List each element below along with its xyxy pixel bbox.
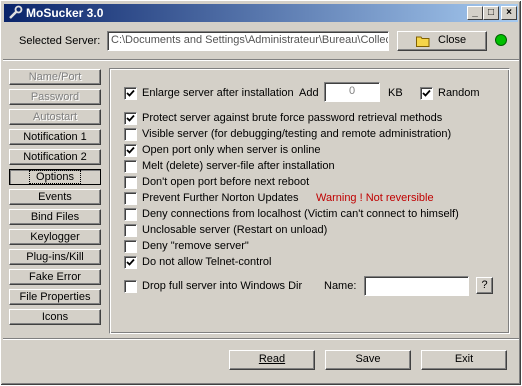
folder-icon <box>416 35 430 53</box>
sidebar-item-label: Plug-ins/Kill <box>26 251 84 263</box>
sidebar-item-events[interactable]: Events <box>9 189 101 205</box>
option-checkbox-unclosable-server-restart-on-u[interactable] <box>124 224 137 237</box>
sidebar-item-password[interactable]: Password <box>9 89 101 105</box>
option-checkbox-visible-server-for-debugging-t[interactable] <box>124 128 137 141</box>
sidebar-item-notification-1[interactable]: Notification 1 <box>9 129 101 145</box>
sidebar-item-label: Bind Files <box>30 211 80 223</box>
footer-separator <box>3 338 519 340</box>
option-label-visible-server-for-debugging-t: Visible server (for debugging/testing an… <box>142 128 452 140</box>
option-label-melt-delete-server-file-after-: Melt (delete) server-file after installa… <box>142 160 335 172</box>
sidebar-item-label: Options <box>29 170 81 184</box>
sidebar-item-notification-2[interactable]: Notification 2 <box>9 149 101 165</box>
option-label-open-port-only-when-server-is-: Open port only when server is online <box>142 144 321 156</box>
exit-button-label: Exit <box>454 353 474 365</box>
add-label: Add <box>299 87 319 99</box>
option-label-unclosable-server-restart-on-u: Unclosable server (Restart on unload) <box>142 224 328 236</box>
save-button[interactable]: Save <box>325 350 411 370</box>
drop-into-windows-dir-checkbox[interactable] <box>124 280 137 293</box>
checkmark-icon <box>126 258 135 266</box>
option-checkbox-prevent-further-norton-updates[interactable] <box>124 192 137 205</box>
option-checkbox-do-not-allow-telnet-control[interactable] <box>124 256 137 269</box>
window-title: MoSucker 3.0 <box>26 6 104 20</box>
close-server-label: Close <box>438 34 467 46</box>
title-bar[interactable]: MoSucker 3.0 _ □ × <box>4 4 518 22</box>
sidebar-item-label: Name/Port <box>28 71 82 83</box>
minimize-button[interactable]: _ <box>467 6 483 20</box>
option-label-deny-connections-from-localhos: Deny connections from localhost (Victim … <box>142 208 459 220</box>
option-checkbox-open-port-only-when-server-is-[interactable] <box>124 144 137 157</box>
sidebar-item-label: File Properties <box>19 291 91 303</box>
option-checkbox-protect-server-against-brute-f[interactable] <box>124 112 137 125</box>
option-checkbox-don-t-open-port-before-next-re[interactable] <box>124 176 137 189</box>
option-label-do-not-allow-telnet-control: Do not allow Telnet-control <box>142 256 272 268</box>
sidebar-item-label: Autostart <box>32 111 78 123</box>
sidebar-item-bind-files[interactable]: Bind Files <box>9 209 101 225</box>
sidebar-item-autostart[interactable]: Autostart <box>9 109 101 125</box>
sidebar-item-label: Fake Error <box>29 271 81 283</box>
random-checkbox[interactable] <box>420 87 433 100</box>
sidebar-item-label: Events <box>38 191 72 203</box>
server-path-field[interactable]: C:\Documents and Settings\Administrateur… <box>107 31 389 51</box>
sidebar-item-label: Notification 1 <box>23 131 87 143</box>
connection-status-icon <box>495 34 507 46</box>
main-window: MoSucker 3.0 _ □ × Selected Server: C:\D… <box>0 0 522 386</box>
save-button-label: Save <box>355 353 381 365</box>
drop-into-windows-dir-label: Drop full server into Windows Dir <box>142 280 303 292</box>
checkmark-icon <box>126 114 135 122</box>
option-checkbox-deny-remove-server[interactable] <box>124 240 137 253</box>
wrench-icon <box>7 5 23 21</box>
checkmark-icon <box>126 89 135 97</box>
kb-label: KB <box>388 87 403 99</box>
option-label-prevent-further-norton-updates: Prevent Further Norton Updates <box>142 192 299 204</box>
enlarge-server-checkbox[interactable] <box>124 87 137 100</box>
option-label-don-t-open-port-before-next-re: Don't open port before next reboot <box>142 176 310 188</box>
sidebar-item-label: Icons <box>41 311 69 323</box>
checkmark-icon <box>126 146 135 154</box>
add-kb-input[interactable]: 0 <box>324 82 380 102</box>
option-label-protect-server-against-brute-f: Protect server against brute force passw… <box>142 112 443 124</box>
help-button[interactable]: ? <box>476 277 493 294</box>
sidebar-item-plug-ins-kill[interactable]: Plug-ins/Kill <box>9 249 101 265</box>
name-label: Name: <box>324 280 357 292</box>
sidebar-item-label: Notification 2 <box>23 151 87 163</box>
sidebar-item-options[interactable]: Options <box>9 169 101 185</box>
read-button[interactable]: Read <box>229 350 315 370</box>
selected-server-label: Selected Server: <box>19 35 101 47</box>
sidebar-item-name-port[interactable]: Name/Port <box>9 69 101 85</box>
header-separator <box>3 59 519 61</box>
sidebar-item-icons[interactable]: Icons <box>9 309 101 325</box>
maximize-button[interactable]: □ <box>483 6 499 20</box>
sidebar-item-keylogger[interactable]: Keylogger <box>9 229 101 245</box>
sidebar-item-file-properties[interactable]: File Properties <box>9 289 101 305</box>
exit-button[interactable]: Exit <box>421 350 507 370</box>
read-button-label: Read <box>258 353 286 365</box>
close-window-button[interactable]: × <box>501 6 517 20</box>
checkmark-icon <box>422 89 431 97</box>
option-label-deny-remove-server: Deny "remove server" <box>142 240 249 252</box>
sidebar-item-label: Keylogger <box>30 231 80 243</box>
name-input[interactable] <box>364 276 469 296</box>
enlarge-server-label: Enlarge server after installation <box>142 87 294 99</box>
sidebar-item-label: Password <box>30 91 80 103</box>
close-server-button[interactable]: Close <box>397 31 487 51</box>
option-checkbox-deny-connections-from-localhos[interactable] <box>124 208 137 221</box>
warning-text: Warning ! Not reversible <box>316 192 434 204</box>
random-label: Random <box>438 87 480 99</box>
sidebar-item-fake-error[interactable]: Fake Error <box>9 269 101 285</box>
option-checkbox-melt-delete-server-file-after-[interactable] <box>124 160 137 173</box>
